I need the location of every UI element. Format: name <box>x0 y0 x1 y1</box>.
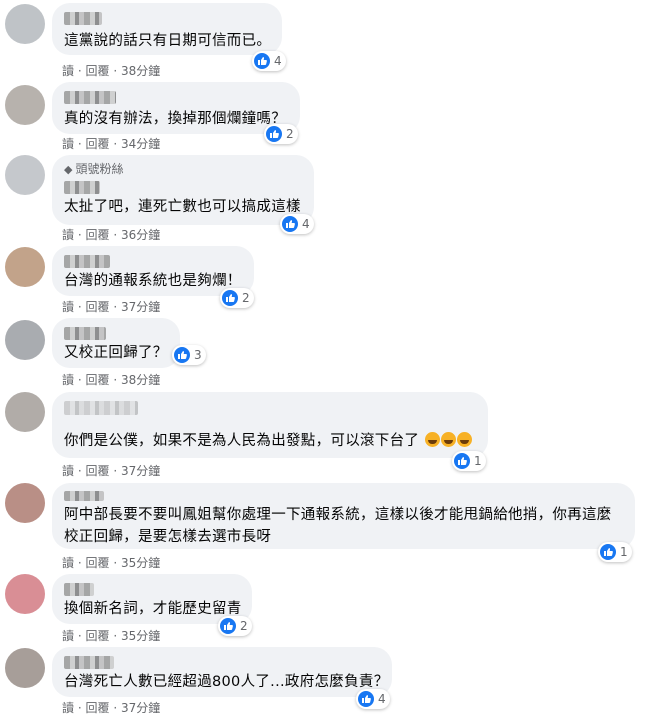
timestamp[interactable]: 34分鐘 <box>121 137 160 151</box>
avatar[interactable] <box>5 4 45 44</box>
comment-bubble: 台灣的通報系統也是夠爛！ <box>52 246 254 296</box>
comment-text: 台灣死亡人數已經超過800人了...政府怎麼負責？ <box>64 674 389 690</box>
comment-bubble: 你們是公僕，如果不是為人民為出發點，可以滾下台了 <box>52 392 488 458</box>
avatar[interactable] <box>5 155 45 195</box>
comment-text: 又校正回歸了？ <box>64 345 168 361</box>
comment-actions: 讀 · 回覆 · 34分鐘 <box>62 137 161 151</box>
timestamp[interactable]: 37分鐘 <box>121 701 160 715</box>
like-icon <box>454 453 470 469</box>
comment-text: 台灣的通報系統也是夠爛！ <box>64 273 242 289</box>
commenter-name-blurred[interactable] <box>64 401 138 415</box>
reaction-count[interactable]: 3 <box>172 345 206 365</box>
avatar[interactable] <box>5 392 45 432</box>
comment-text: 阿中部長要不要叫鳳姐幫你處理一下通報系統，這樣以後才能甩鍋給他捎，你再這麼 校正… <box>64 504 612 548</box>
timestamp[interactable]: 35分鐘 <box>121 556 160 570</box>
like-icon <box>174 347 190 363</box>
like-icon <box>222 290 238 306</box>
timestamp[interactable]: 37分鐘 <box>121 464 160 478</box>
timestamp[interactable]: 37分鐘 <box>121 300 160 314</box>
like-icon <box>600 544 616 560</box>
reply-action[interactable]: 回覆 <box>86 373 110 387</box>
comment-actions: 讀 · 回覆 · 37分鐘 <box>62 300 161 314</box>
reply-action[interactable]: 回覆 <box>86 556 110 570</box>
reply-action[interactable]: 回覆 <box>86 629 110 643</box>
comment-actions: 讀 · 回覆 · 35分鐘 <box>62 629 161 643</box>
commenter-name-blurred[interactable] <box>64 255 110 268</box>
like-action[interactable]: 讀 <box>62 300 74 314</box>
comment-actions: 讀 · 回覆 · 35分鐘 <box>62 556 161 570</box>
comment-text: 太扯了吧，連死亡數也可以搞成這樣 <box>64 199 301 215</box>
like-action[interactable]: 讀 <box>62 137 74 151</box>
timestamp[interactable]: 38分鐘 <box>121 373 160 387</box>
commenter-name-blurred[interactable] <box>64 91 116 104</box>
comment-text-line: 校正回歸，是要怎樣去選市長呀 <box>64 529 272 545</box>
comment-text: 這黨說的話只有日期可信而已。 <box>64 33 272 49</box>
reaction-count[interactable]: 4 <box>280 214 314 234</box>
like-icon <box>282 216 298 232</box>
comment-bubble: 這黨說的話只有日期可信而已。 <box>52 3 282 55</box>
like-action[interactable]: 讀 <box>62 629 74 643</box>
comment-bubble: 阿中部長要不要叫鳳姐幫你處理一下通報系統，這樣以後才能甩鍋給他捎，你再這麼 校正… <box>52 483 635 549</box>
commenter-name-blurred[interactable] <box>64 583 94 596</box>
avatar[interactable] <box>5 247 45 287</box>
commenter-name-blurred[interactable] <box>64 181 100 194</box>
comment-actions: 讀 · 回覆 · 38分鐘 <box>62 373 161 387</box>
reaction-count[interactable]: 4 <box>252 51 286 71</box>
reaction-count[interactable]: 1 <box>452 451 486 471</box>
comment-bubble: 台灣死亡人數已經超過800人了...政府怎麼負責？ <box>52 647 392 697</box>
like-action[interactable]: 讀 <box>62 701 74 715</box>
timestamp[interactable]: 38分鐘 <box>121 64 160 78</box>
comment-bubble: 真的沒有辦法，換掉那個爛鐘嗎？ <box>52 82 300 134</box>
comment-text: 真的沒有辦法，換掉那個爛鐘嗎？ <box>64 111 286 127</box>
like-action[interactable]: 讀 <box>62 464 74 478</box>
comment-actions: 讀 · 回覆 · 36分鐘 <box>62 228 161 242</box>
commenter-name-blurred[interactable] <box>64 12 102 25</box>
like-icon <box>254 53 270 69</box>
laughing-emoji-icon <box>424 432 473 449</box>
like-icon <box>220 618 236 634</box>
reaction-count[interactable]: 1 <box>598 542 632 562</box>
avatar[interactable] <box>5 574 45 614</box>
reply-action[interactable]: 回覆 <box>86 300 110 314</box>
timestamp[interactable]: 36分鐘 <box>121 228 160 242</box>
avatar[interactable] <box>5 648 45 688</box>
top-fan-badge: ◆ 頭號粉絲 <box>64 162 124 176</box>
comment-bubble: ◆ 頭號粉絲 太扯了吧，連死亡數也可以搞成這樣 <box>52 155 314 225</box>
reaction-count[interactable]: 2 <box>264 124 298 144</box>
like-action[interactable]: 讀 <box>62 228 74 242</box>
commenter-name-blurred[interactable] <box>64 656 114 669</box>
comment-bubble: 又校正回歸了？ <box>52 318 180 368</box>
reply-action[interactable]: 回覆 <box>86 228 110 242</box>
comment-text-line: 阿中部長要不要叫鳳姐幫你處理一下通報系統，這樣以後才能甩鍋給他捎，你再這麼 <box>64 507 612 523</box>
like-icon <box>266 126 282 142</box>
avatar[interactable] <box>5 85 45 125</box>
reaction-count[interactable]: 2 <box>218 616 252 636</box>
like-icon <box>358 691 374 707</box>
reply-action[interactable]: 回覆 <box>86 137 110 151</box>
diamond-icon: ◆ <box>64 163 73 176</box>
comment-actions: 讀 · 回覆 · 37分鐘 <box>62 701 161 715</box>
reply-action[interactable]: 回覆 <box>86 464 110 478</box>
like-action[interactable]: 讀 <box>62 373 74 387</box>
comment-actions: 讀 · 回覆 · 37分鐘 <box>62 464 161 478</box>
commenter-name-blurred[interactable] <box>64 491 104 501</box>
like-action[interactable]: 讀 <box>62 556 74 570</box>
avatar[interactable] <box>5 483 45 523</box>
avatar[interactable] <box>5 320 45 360</box>
reply-action[interactable]: 回覆 <box>86 64 110 78</box>
reaction-count[interactable]: 2 <box>220 288 254 308</box>
timestamp[interactable]: 35分鐘 <box>121 629 160 643</box>
comment-text: 換個新名詞，才能歷史留青 <box>64 601 242 617</box>
reply-action[interactable]: 回覆 <box>86 701 110 715</box>
like-action[interactable]: 讀 <box>62 64 74 78</box>
comment-text: 你們是公僕，如果不是為人民為出發點，可以滾下台了 <box>64 430 473 452</box>
reaction-count[interactable]: 4 <box>356 689 390 709</box>
comment-actions: 讀 · 回覆 · 38分鐘 <box>62 64 161 78</box>
commenter-name-blurred[interactable] <box>64 327 106 340</box>
